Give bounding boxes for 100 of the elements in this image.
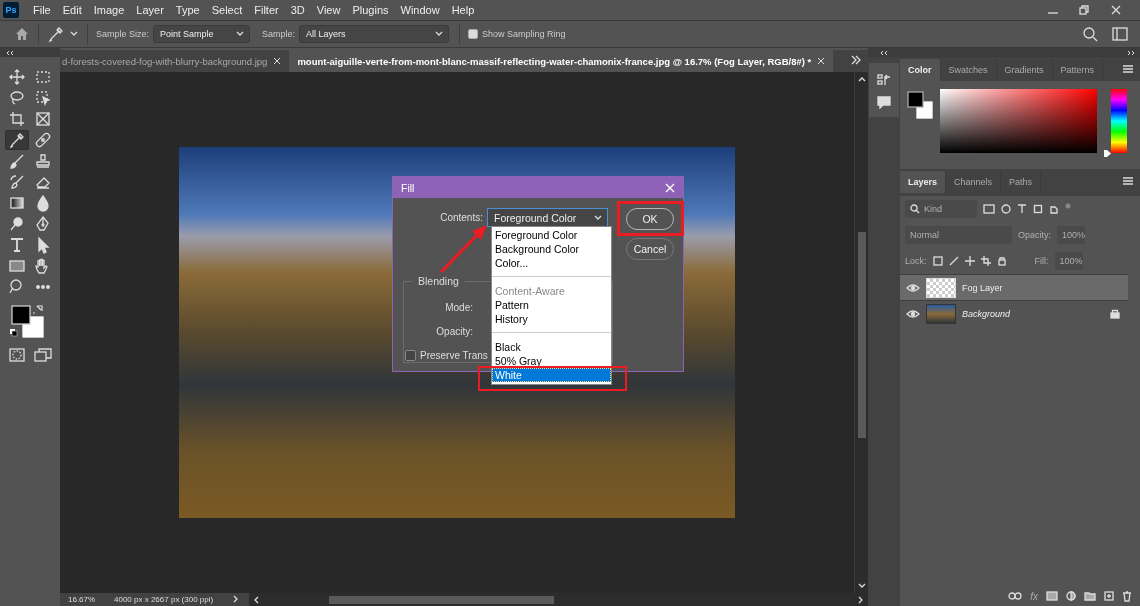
fill-field[interactable]: 100% <box>1054 252 1083 270</box>
menu-item[interactable]: Type <box>169 4 206 16</box>
layer-name: Background <box>962 308 1012 319</box>
comment-icon <box>877 95 891 109</box>
contents-label: Contents: <box>439 212 484 223</box>
search-icon <box>910 204 920 214</box>
dropdown-option[interactable]: Black <box>492 340 611 354</box>
more-tabs-icon <box>850 55 862 65</box>
sample-label: Sample: <box>262 29 296 39</box>
dropdown-option[interactable]: Pattern <box>492 298 611 312</box>
menu-item[interactable]: View <box>310 4 347 16</box>
menu-item[interactable]: Filter <box>248 4 285 16</box>
photo-thumbnail <box>926 303 956 324</box>
panel-tab[interactable]: Paths <box>1001 171 1042 193</box>
smart-object-filter-icon <box>1049 204 1059 214</box>
mask-icon <box>1046 591 1058 601</box>
close-icon <box>665 182 675 193</box>
menu-item[interactable]: Edit <box>56 4 88 16</box>
checkbox[interactable] <box>405 349 416 361</box>
menu-item[interactable]: Window <box>394 4 446 16</box>
adjustment-icon <box>1066 591 1076 601</box>
checkbox-label: Preserve Trans <box>420 349 488 361</box>
pointer-arrow <box>439 225 487 274</box>
move-lock-icon <box>964 256 975 266</box>
vertical-scrollbar[interactable] <box>854 72 868 593</box>
dialog-button[interactable]: Cancel <box>626 238 674 260</box>
close-icon <box>1110 4 1122 16</box>
horizontal-scrollbar[interactable] <box>249 593 868 606</box>
new-layer-icon <box>1104 591 1114 601</box>
history-icon <box>877 73 891 87</box>
blend-mode-dropdown[interactable]: Normal <box>905 226 1012 244</box>
trash-icon <box>1122 590 1132 602</box>
dropdown-option[interactable]: White <box>492 368 611 382</box>
expand-icon <box>1126 49 1136 56</box>
eyedropper-icon <box>47 25 65 43</box>
sample-size-label: Sample Size: <box>96 29 150 39</box>
panel-tab[interactable]: Color <box>900 59 941 81</box>
layer-row[interactable]: Background <box>900 300 1128 326</box>
panel-tab[interactable]: Channels <box>946 171 1002 193</box>
type-filter-icon <box>1017 204 1027 214</box>
menu-item[interactable]: Layer <box>130 4 170 16</box>
folder-icon <box>1084 591 1096 601</box>
panel-tab[interactable]: Layers <box>900 171 947 193</box>
crop-lock-icon <box>980 256 991 266</box>
search-icon <box>1082 26 1098 42</box>
dialog-button[interactable]: OK <box>626 208 674 230</box>
document-info: 4000 px x 2667 px (300 ppi) <box>114 595 214 604</box>
opacity-label: Opacity: <box>435 325 474 337</box>
collapse-icon <box>5 49 15 56</box>
menu-item[interactable]: 3D <box>284 4 311 16</box>
layer-row[interactable]: Fog Layer <box>900 274 1128 300</box>
menu-item[interactable]: Plugins <box>346 4 395 16</box>
image-filter-icon <box>983 204 995 214</box>
dropdown-option[interactable]: History <box>492 312 611 326</box>
dropdown-option[interactable]: Foreground Color <box>492 228 611 242</box>
contents-dropdown[interactable]: Foreground Color <box>487 208 608 227</box>
document-tab[interactable]: mount-aiguille-verte-from-mont-blanc-massif-reflecting-water-chamonix-france.jpg @ 16.7% (Fog Layer, RGB/8#) * <box>289 50 834 72</box>
dropdown-option[interactable]: 50% Gray <box>492 354 611 368</box>
layer-name: Fog Layer <box>962 282 1004 293</box>
zoom-level[interactable]: 16.67% <box>60 595 114 604</box>
menu-icon <box>1122 64 1134 74</box>
menu-item[interactable]: Image <box>87 4 131 16</box>
fill-label: Fill: <box>1034 256 1049 266</box>
link-icon <box>1008 592 1023 600</box>
highlight-frame <box>617 201 684 236</box>
opacity-label: Opacity: <box>1018 230 1051 240</box>
shape-filter-icon <box>1033 204 1043 214</box>
mode-label: Mode: <box>444 301 474 313</box>
checker-lock-icon <box>932 256 943 266</box>
document-tab[interactable]: d-forests-covered-fog-with-blurry-background.jpg <box>60 50 290 72</box>
chevron-icon <box>233 594 240 603</box>
eyedropper-icon[interactable] <box>5 130 29 150</box>
workspace-icon <box>1112 27 1128 41</box>
dropdown-option[interactable]: Background Color <box>492 242 611 256</box>
collapse-icon <box>879 49 889 56</box>
brush-lock-icon <box>948 256 959 266</box>
transparent-thumbnail <box>926 277 956 298</box>
sample-dropdown[interactable]: All Layers <box>299 25 450 43</box>
filter-field[interactable]: Kind <box>905 200 977 218</box>
checkbox-label: Show Sampling Ring <box>482 29 566 39</box>
caret-icon <box>253 595 260 604</box>
adjustment-filter-icon <box>1001 204 1011 214</box>
screen-mode-icon <box>34 348 52 362</box>
home-icon <box>14 26 30 42</box>
color-swatches-icon <box>906 89 934 121</box>
opacity-field[interactable]: 100% <box>1057 226 1085 244</box>
menu-item[interactable]: Select <box>205 4 249 16</box>
quick-mask-icon <box>8 348 26 362</box>
menu-item[interactable]: File <box>27 4 57 16</box>
scrollbar-thumb[interactable] <box>857 232 866 438</box>
restore-icon <box>1078 4 1090 16</box>
dropdown-option[interactable]: Color... <box>492 256 611 270</box>
app-logo: Ps <box>3 2 19 18</box>
menu-item[interactable]: Help <box>445 4 481 16</box>
lock-icon <box>996 256 1007 266</box>
blending-label: Blending <box>417 275 460 287</box>
color-field[interactable] <box>940 89 1097 153</box>
scrollbar-thumb[interactable] <box>329 595 555 604</box>
checkbox[interactable] <box>468 29 479 39</box>
sample-size-dropdown[interactable]: Point Sample <box>153 25 251 43</box>
